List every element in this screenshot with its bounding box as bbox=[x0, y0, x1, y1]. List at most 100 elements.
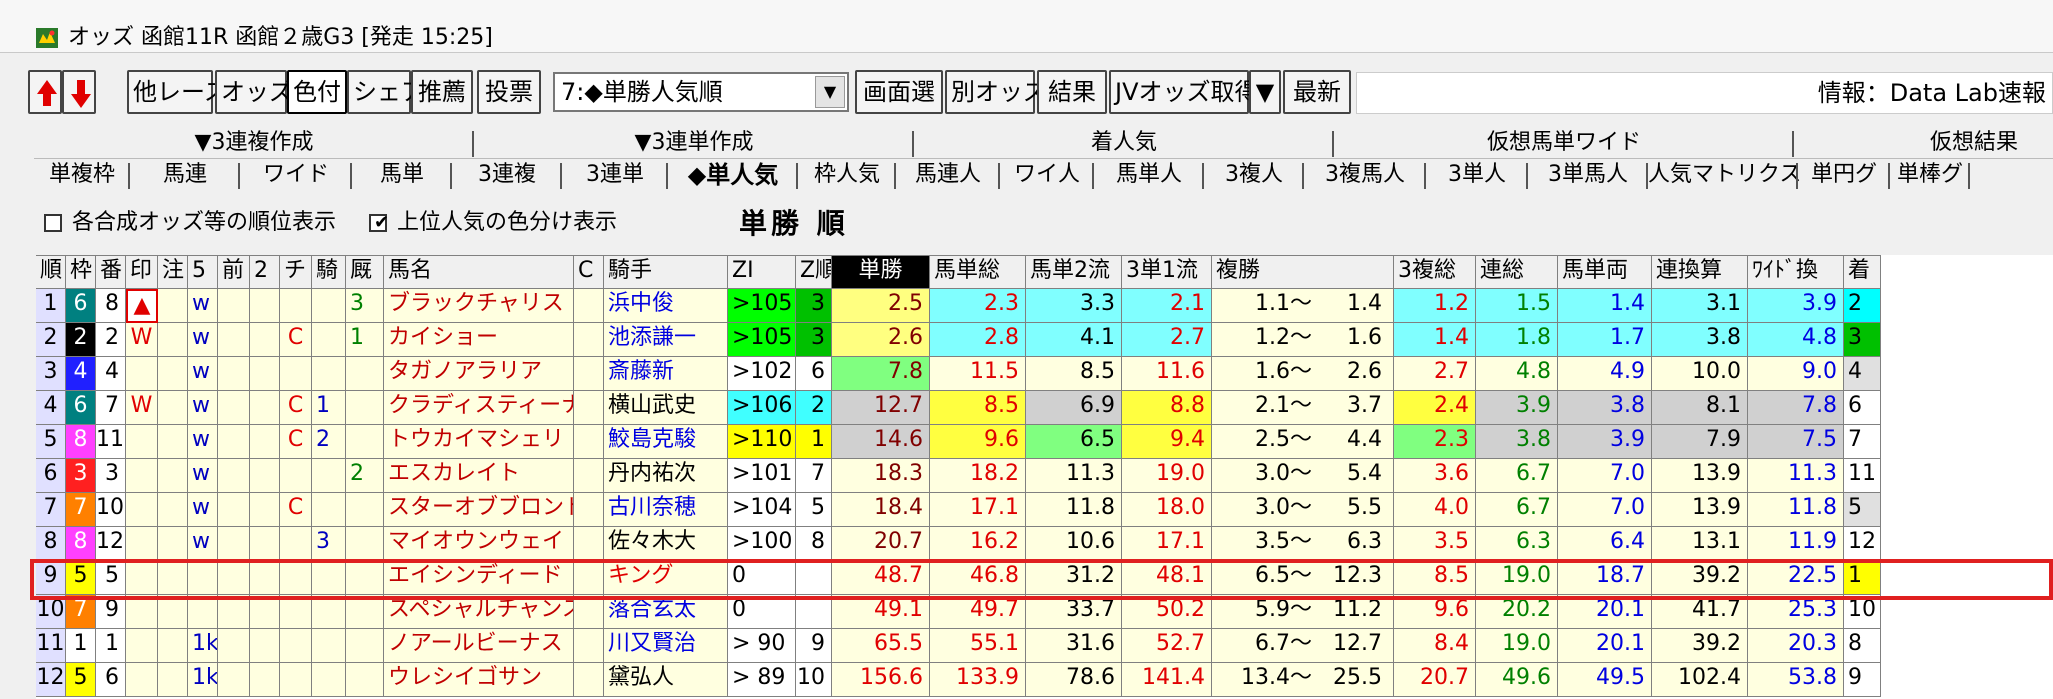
column-header-mae[interactable]: 前 bbox=[218, 255, 250, 289]
column-header-c[interactable]: C bbox=[574, 255, 604, 289]
share-button[interactable]: シェア bbox=[347, 70, 425, 114]
jv-odds-dropdown-icon[interactable]: ▼ bbox=[1249, 70, 1281, 114]
cell-ren: 19.0 bbox=[1476, 629, 1558, 663]
cell-wd: 53.8 bbox=[1748, 663, 1844, 697]
cell-name[interactable]: ブラックチャリス bbox=[384, 289, 574, 323]
cell-name[interactable]: トウカイマシェリ bbox=[384, 425, 574, 459]
column-header-bt[interactable]: 馬単総 bbox=[930, 255, 1026, 289]
column-header-b2[interactable]: 馬単2流 bbox=[1026, 255, 1122, 289]
cell-jockey: 斎藤新 bbox=[604, 357, 728, 391]
cell-fuku: 1.1〜 1.4 bbox=[1212, 289, 1394, 323]
next-race-button[interactable] bbox=[62, 70, 96, 114]
column-header-kyu[interactable]: 厩 bbox=[346, 255, 384, 289]
tab-trifecta-create[interactable]: ▼3連単作成 bbox=[474, 128, 914, 158]
tab-trio-create[interactable]: ▼3連複作成 bbox=[34, 128, 474, 158]
column-header-f3[interactable]: 3複総 bbox=[1394, 255, 1476, 289]
column-header-mark[interactable]: 印 bbox=[126, 255, 158, 289]
column-header-zr[interactable]: Z順 bbox=[796, 255, 832, 289]
cell-name[interactable]: カイショー bbox=[384, 323, 574, 357]
tab-bottom-1[interactable]: 馬連 bbox=[130, 160, 240, 190]
recommend-button[interactable]: 推薦 bbox=[411, 70, 473, 114]
column-header-note[interactable]: 注 bbox=[158, 255, 188, 289]
tab-bottom-5[interactable]: 3連単 bbox=[562, 160, 668, 190]
cell-fuku: 13.4〜 25.5 bbox=[1212, 663, 1394, 697]
tab-virtual-result[interactable]: 仮想結果 bbox=[1794, 128, 2053, 158]
vote-button[interactable]: 投票 bbox=[477, 70, 541, 114]
tab-finish-popularity[interactable]: 着人気 bbox=[914, 128, 1334, 158]
prev-race-button[interactable] bbox=[28, 70, 62, 114]
tab-bottom-0[interactable]: 単複枠 bbox=[34, 160, 130, 190]
cell-mark bbox=[126, 493, 158, 527]
tab-bottom-4[interactable]: 3連複 bbox=[452, 160, 562, 190]
cell-name[interactable]: エイシンディード bbox=[384, 561, 574, 595]
tab-bottom-14[interactable]: 3単馬人 bbox=[1528, 160, 1648, 190]
cell-name[interactable]: タガノアラリア bbox=[384, 357, 574, 391]
tab-bottom-12[interactable]: 3複馬人 bbox=[1304, 160, 1426, 190]
column-header-chaku[interactable]: 着 bbox=[1844, 255, 1881, 289]
column-header-waku[interactable]: 枠 bbox=[66, 255, 96, 289]
tab-virtual-exacta-wide[interactable]: 仮想馬単ワイド bbox=[1334, 128, 1794, 158]
cell-name[interactable]: スペシャルチャンス bbox=[384, 595, 574, 629]
latest-button[interactable]: 最新 bbox=[1283, 70, 1351, 114]
cell-name[interactable]: クラディスティーナ bbox=[384, 391, 574, 425]
screen-select-button[interactable]: 画面選 bbox=[855, 70, 943, 114]
cell-waku: 5 bbox=[66, 663, 96, 697]
tab-bottom-16[interactable]: 単円グ bbox=[1798, 160, 1890, 190]
cell-jockey: 丹内祐次 bbox=[604, 459, 728, 493]
tab-bottom-15[interactable]: 人気マトリクス bbox=[1648, 160, 1801, 190]
rank-display-checkbox[interactable] bbox=[44, 214, 62, 232]
tab-bottom-11[interactable]: 3複人 bbox=[1204, 160, 1304, 190]
column-header-jockey[interactable]: 騎手 bbox=[604, 255, 728, 289]
column-header-name[interactable]: 馬名 bbox=[384, 255, 574, 289]
cell-wd: 25.3 bbox=[1748, 595, 1844, 629]
column-header-tan[interactable]: 単勝 bbox=[832, 255, 930, 289]
tab-bottom-3[interactable]: 馬単 bbox=[352, 160, 452, 190]
tab-bottom-2[interactable]: ワイド bbox=[240, 160, 352, 190]
column-header-chi[interactable]: チ bbox=[280, 255, 312, 289]
tab-bottom-13[interactable]: 3単人 bbox=[1426, 160, 1528, 190]
column-header-bw[interactable]: 馬単両 bbox=[1558, 255, 1652, 289]
cell-mark bbox=[126, 595, 158, 629]
color-button[interactable]: 色付 bbox=[287, 70, 347, 114]
cell-name[interactable]: エスカレイト bbox=[384, 459, 574, 493]
cell-name[interactable]: マイオウンウェイ bbox=[384, 527, 574, 561]
column-header-s1[interactable]: 3単1流 bbox=[1122, 255, 1212, 289]
cell-rk: 102.4 bbox=[1652, 663, 1748, 697]
column-header-fuku[interactable]: 複勝 bbox=[1212, 255, 1394, 289]
column-header-rk[interactable]: 連換算 bbox=[1652, 255, 1748, 289]
column-header-ki[interactable]: 騎 bbox=[312, 255, 346, 289]
cell-two bbox=[250, 629, 280, 663]
cell-name[interactable]: ウレシイゴサン bbox=[384, 663, 574, 697]
column-header-five[interactable]: 5 bbox=[188, 255, 218, 289]
jv-odds-button[interactable]: JVオッズ取得 bbox=[1109, 70, 1259, 114]
sort-select[interactable]: 7:◆単勝人気順 ▼ bbox=[553, 72, 849, 112]
column-header-wd[interactable]: ﾜｲﾄﾞ換 bbox=[1748, 255, 1844, 289]
cell-name[interactable]: スターオブブロンドン bbox=[384, 493, 574, 527]
result-button[interactable]: 結果 bbox=[1037, 70, 1107, 114]
column-header-ban[interactable]: 番 bbox=[96, 255, 126, 289]
cell-kyu: 2 bbox=[346, 459, 384, 493]
column-header-rank[interactable]: 順 bbox=[36, 255, 66, 289]
column-header-zi[interactable]: ZI bbox=[728, 255, 796, 289]
tab-bottom-17[interactable]: 単棒グ bbox=[1890, 160, 1970, 190]
tab-bottom-10[interactable]: 馬単人 bbox=[1094, 160, 1204, 190]
tab-bottom-6[interactable]: ◆単人気 bbox=[668, 160, 798, 190]
other-odds-button[interactable]: 別オッズ bbox=[945, 70, 1047, 114]
tab-bottom-7[interactable]: 枠人気 bbox=[798, 160, 896, 190]
cell-wd: 20.3 bbox=[1748, 629, 1844, 663]
cell-bt: 11.5 bbox=[930, 357, 1026, 391]
cell-bw: 18.7 bbox=[1558, 561, 1652, 595]
chevron-down-icon[interactable]: ▼ bbox=[815, 76, 845, 108]
column-header-two[interactable]: 2 bbox=[250, 255, 280, 289]
fuku-high: 5.5 bbox=[1347, 495, 1382, 520]
tab-bottom-9[interactable]: ワイ人 bbox=[1000, 160, 1094, 190]
options-row: 各合成オッズ等の順位表示 ✔ 上位人気の色分け表示 単勝 順 bbox=[44, 208, 2044, 244]
tab-bottom-8[interactable]: 馬連人 bbox=[896, 160, 1000, 190]
cell-name[interactable]: ノアールビーナス bbox=[384, 629, 574, 663]
color-display-checkbox[interactable]: ✔ bbox=[369, 213, 389, 233]
other-race-button[interactable]: 他レース bbox=[127, 70, 228, 114]
cell-chaku: 1 bbox=[1844, 561, 1881, 595]
column-header-ren[interactable]: 連総 bbox=[1476, 255, 1558, 289]
cell-note bbox=[158, 595, 188, 629]
odds-button[interactable]: オッズ bbox=[215, 70, 293, 114]
